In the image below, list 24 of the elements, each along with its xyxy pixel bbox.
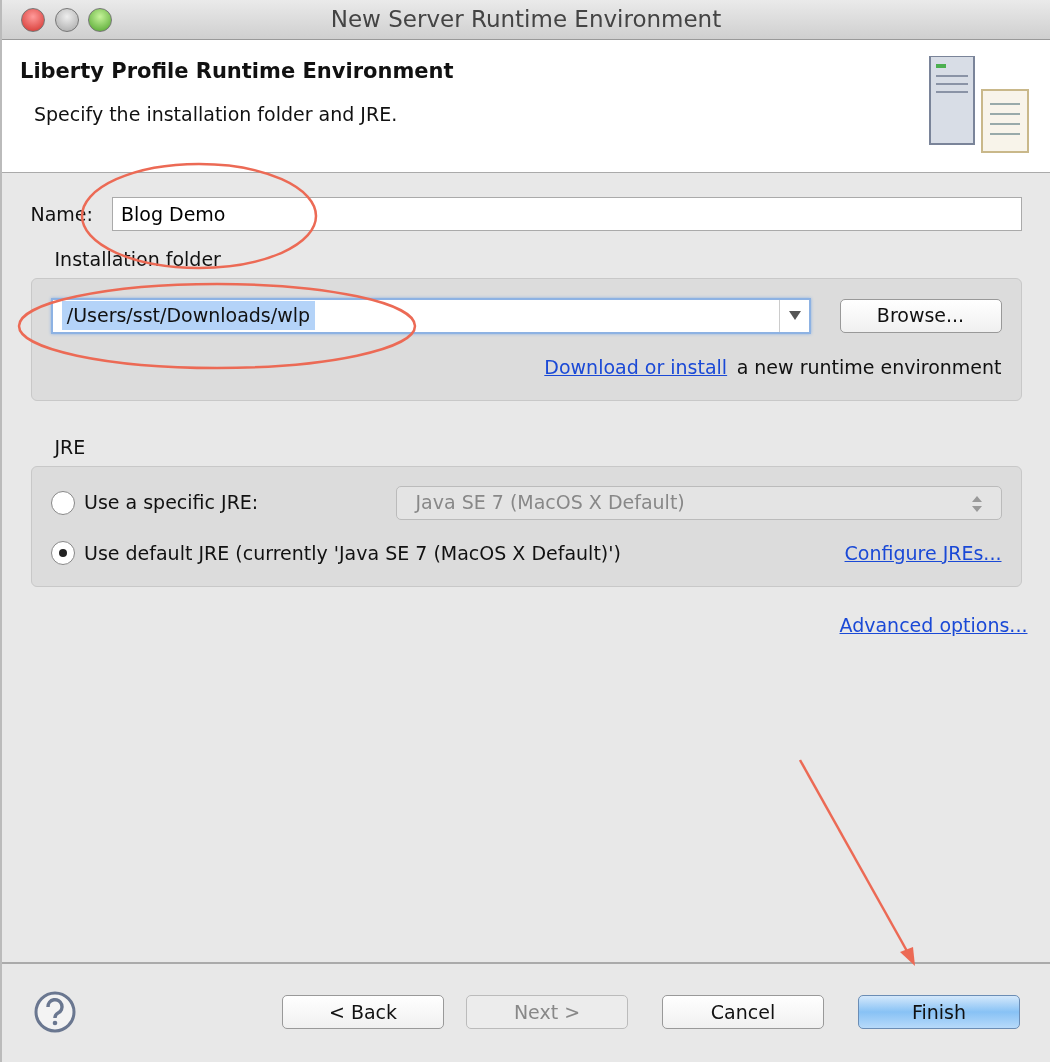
caret-icon — [788, 311, 801, 320]
page-title: Liberty Profile Runtime Environment — [20, 58, 455, 85]
window-title: New Server Runtime Environment — [330, 6, 722, 33]
page-description: Specify the installation folder and JRE. — [33, 101, 399, 127]
dialog-button[interactable]: Cancel — [662, 995, 824, 1029]
minimize-button[interactable] — [54, 7, 79, 32]
dialog-button[interactable]: Finish — [858, 995, 1020, 1029]
path-text: /Users/sst/Downloads/wlp — [62, 301, 315, 330]
dialog-button[interactable]: < Back — [282, 995, 444, 1029]
close-button[interactable] — [21, 7, 45, 32]
browse-button[interactable]: Browse... — [839, 298, 1002, 333]
help-icon[interactable] — [34, 991, 76, 1033]
radio-button[interactable] — [50, 540, 75, 565]
advanced-link[interactable]: Advanced options... — [839, 611, 1028, 640]
zoom-button[interactable] — [88, 7, 112, 32]
stepper-icon — [971, 495, 982, 512]
download-link[interactable]: Download or install — [544, 352, 728, 381]
link-text: a new runtime environment — [736, 354, 1002, 380]
configure-link[interactable]: Configure JREs... — [844, 538, 1002, 567]
section-label: JRE — [54, 436, 86, 458]
option-label: Use default JRE (currently 'Java SE 7 (MacOS X Default)') — [84, 540, 621, 566]
path-combo[interactable]: /Users/sst/Downloads/wlp — [50, 297, 811, 334]
name-field[interactable]: Blog Demo — [111, 197, 1022, 231]
option-label: Use a specific JRE: — [84, 490, 259, 516]
